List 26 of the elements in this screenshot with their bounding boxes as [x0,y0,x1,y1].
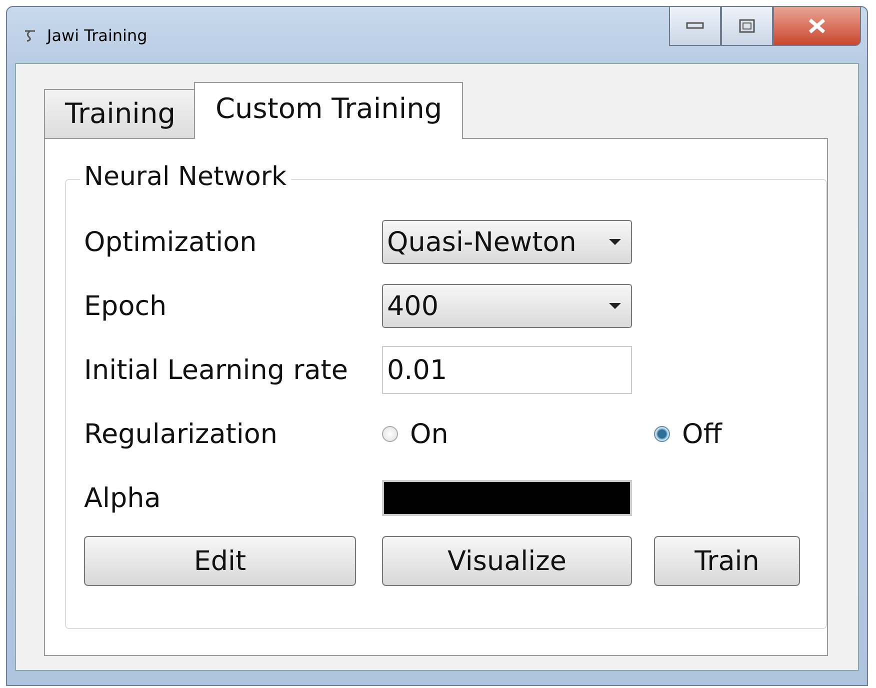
push-button[interactable]: Train [654,536,800,586]
push-button[interactable]: Visualize [382,536,632,586]
field-label: Optimization [84,226,258,260]
close-icon [807,18,827,34]
push-button[interactable]: Edit [84,536,356,586]
minimize-button[interactable] [669,6,721,46]
field-label: Initial Learning rate [84,354,349,388]
minimize-icon [686,22,704,30]
caret-icon [609,302,621,310]
field-label: Epoch [84,290,168,324]
radio-button[interactable]: Off [654,409,722,459]
dropdown[interactable]: Quasi-Newton [382,220,632,264]
maximize-icon [739,19,755,33]
dropdown[interactable]: 400 [382,284,632,328]
tab[interactable]: Custom Training [194,82,464,139]
maximize-button[interactable] [721,6,773,46]
tab[interactable]: Training [44,89,196,138]
field-label: Regularization [84,418,278,452]
field-label: Alpha [84,482,162,516]
caret-icon [609,238,621,246]
close-button[interactable] [773,6,861,46]
input-field[interactable]: 0.01 [382,346,632,394]
app-icon [23,28,37,42]
radio-button[interactable]: On [382,409,448,459]
window-title: Jawi Training [47,26,148,44]
color-field[interactable] [382,480,632,516]
